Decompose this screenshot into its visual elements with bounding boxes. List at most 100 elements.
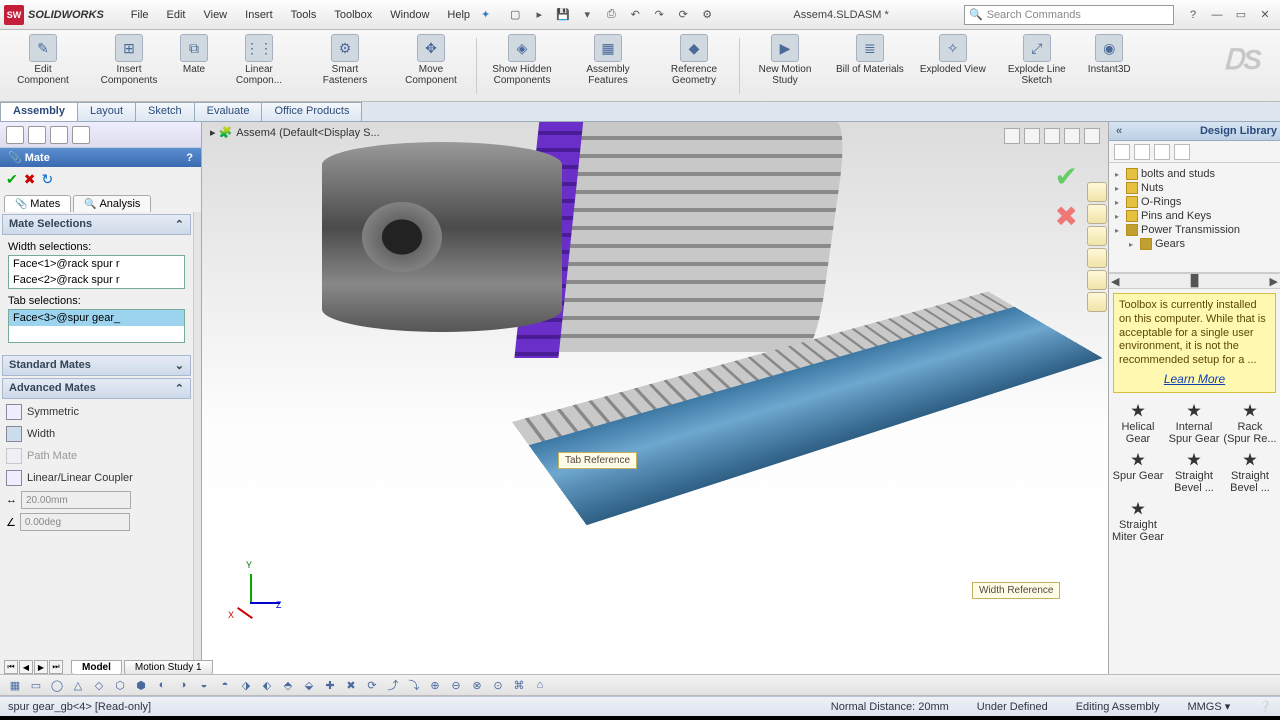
selection-filter-toolbar[interactable]: ▦▭◯△◇⬡⬢◐◑◒◓⬗⬖⬘⬙✚✖⟳⤴⤵⊕⊖⊗⊙⌘⌂ xyxy=(0,674,1280,696)
pm-help-icon[interactable]: ? xyxy=(186,152,193,164)
ribbon-insert-components[interactable]: ⊞Insert Components xyxy=(86,34,172,86)
ribbon-instant3d[interactable]: ◉Instant3D xyxy=(1080,34,1139,75)
subtab-mates[interactable]: 📎 Mates xyxy=(4,195,71,212)
viewport-window-controls[interactable] xyxy=(1004,128,1100,144)
graphics-viewport[interactable]: ▸ 🧩 Assem4 (Default<Display S... ✔ ✖ Tab… xyxy=(202,122,1108,674)
pm-ok-icon[interactable]: ✔ xyxy=(6,171,18,188)
tab-assembly[interactable]: Assembly xyxy=(0,102,78,121)
tp-file-explorer-icon xyxy=(1087,226,1107,246)
app-logo-icon: SW xyxy=(4,5,24,25)
search-commands-input[interactable]: 🔍 Search Commands xyxy=(964,5,1174,25)
title-bar: SW SOLIDWORKS File Edit View Insert Tool… xyxy=(0,0,1280,30)
collapse-icon[interactable]: ⌃ xyxy=(175,218,184,231)
tp-view-palette-icon xyxy=(1087,248,1107,268)
pm-title-bar: 📎 Mate ? xyxy=(0,148,201,167)
redo-icon[interactable]: ↷ xyxy=(648,5,670,25)
save-dropdown-icon[interactable]: ▾ xyxy=(576,5,598,25)
ribbon-exploded-view[interactable]: ✧Exploded View xyxy=(912,34,994,75)
confirm-feature-icon[interactable]: ✔ xyxy=(1055,160,1078,193)
maximize-icon[interactable]: ▭ xyxy=(1230,5,1252,25)
undo-icon[interactable]: ↶ xyxy=(624,5,646,25)
taskpane-collapse-icon[interactable]: « xyxy=(1116,125,1122,137)
ribbon-edit-component[interactable]: ✎Edit Component xyxy=(0,34,86,86)
gear-spur[interactable]: Spur Gear xyxy=(1111,450,1165,497)
gear-straight-miter[interactable]: Straight Miter Gear xyxy=(1111,499,1165,546)
ribbon-show-hidden[interactable]: ◈Show Hidden Components xyxy=(479,34,565,86)
rebuild-icon[interactable]: ⟳ xyxy=(672,5,694,25)
menu-toolbox[interactable]: Toolbox xyxy=(325,5,381,25)
tree-hscroll[interactable]: ◀▐▌▶ xyxy=(1109,273,1280,289)
tab-evaluate[interactable]: Evaluate xyxy=(194,102,263,121)
ribbon-assembly-features[interactable]: ▦Assembly Features xyxy=(565,34,651,86)
subtab-analysis[interactable]: 🔍 Analysis xyxy=(73,195,151,212)
taskpane-toolbar[interactable] xyxy=(1109,141,1280,163)
ribbon: ✎Edit Component ⊞Insert Components ⧉Mate… xyxy=(0,30,1280,102)
ribbon-reference-geometry[interactable]: ◆Reference Geometry xyxy=(651,34,737,86)
menu-view[interactable]: View xyxy=(194,5,236,25)
status-defined: Under Defined xyxy=(977,701,1048,713)
status-selection: spur gear_gb<4> [Read-only] xyxy=(8,701,803,713)
help-button-icon[interactable]: ? xyxy=(1182,5,1204,25)
status-distance: Normal Distance: 20mm xyxy=(831,701,949,713)
tab-sketch[interactable]: Sketch xyxy=(135,102,195,121)
distance-input[interactable]: ↔ xyxy=(0,489,193,511)
section-standard-mates[interactable]: Standard Mates⌄ xyxy=(2,355,191,376)
save-icon[interactable]: 💾 xyxy=(552,5,574,25)
ribbon-linear-pattern[interactable]: ⋮⋮Linear Compon... xyxy=(216,34,302,86)
learn-more-link[interactable]: Learn More xyxy=(1119,372,1270,387)
menu-edit[interactable]: Edit xyxy=(158,5,195,25)
tab-selections-list[interactable]: Face<3>@spur gear_ xyxy=(8,309,185,343)
gear-helical[interactable]: Helical Gear xyxy=(1111,401,1165,448)
status-help-icon[interactable]: ❔ xyxy=(1258,700,1272,713)
taskpane-tabs[interactable] xyxy=(1087,182,1108,312)
orientation-triad[interactable]: Y Z X xyxy=(230,568,276,614)
gear-rack[interactable]: Rack (Spur Re... xyxy=(1223,401,1277,448)
menu-help[interactable]: Help xyxy=(438,5,479,25)
pm-pushpin-icon[interactable]: ↻ xyxy=(41,171,53,188)
menu-insert[interactable]: Insert xyxy=(236,5,282,25)
pm-cancel-icon[interactable]: ✖ xyxy=(24,171,36,188)
print-icon[interactable]: ⎙ xyxy=(600,5,622,25)
callout-tab-reference: Tab Reference xyxy=(558,452,637,469)
status-units[interactable]: MMGS ▾ xyxy=(1187,700,1230,713)
menu-window[interactable]: Window xyxy=(381,5,438,25)
gear-straight-bevel-2[interactable]: Straight Bevel ... xyxy=(1223,450,1277,497)
feature-manager-tabs[interactable] xyxy=(0,122,201,148)
tab-model[interactable]: Model xyxy=(71,660,122,675)
mate-symmetric[interactable]: Symmetric xyxy=(0,401,193,423)
ribbon-smart-fasteners[interactable]: ⚙Smart Fasteners xyxy=(302,34,388,86)
tree-bolts: bolts and studs xyxy=(1115,167,1278,181)
ribbon-motion-study[interactable]: ▶New Motion Study xyxy=(742,34,828,86)
mate-linear-coupler[interactable]: Linear/Linear Coupler xyxy=(0,467,193,489)
section-advanced-mates[interactable]: Advanced Mates⌃ xyxy=(2,378,191,399)
ribbon-mate[interactable]: ⧉Mate xyxy=(172,34,216,75)
open-icon[interactable]: ▸ xyxy=(528,5,550,25)
pm-scrollbar[interactable] xyxy=(193,212,201,674)
cancel-feature-icon[interactable]: ✖ xyxy=(1055,200,1078,233)
help-icon[interactable]: ✦ xyxy=(481,8,490,21)
tab-office-products[interactable]: Office Products xyxy=(261,102,362,121)
options-icon[interactable]: ⚙ xyxy=(696,5,718,25)
library-tree[interactable]: bolts and studs Nuts O-Rings Pins and Ke… xyxy=(1109,163,1280,273)
width-selections-list[interactable]: Face<1>@rack spur r Face<2>@rack spur r xyxy=(8,255,185,289)
new-icon[interactable]: ▢ xyxy=(504,5,526,25)
gear-internal-spur[interactable]: Internal Spur Gear xyxy=(1167,401,1221,448)
menu-file[interactable]: File xyxy=(122,5,158,25)
menu-tools[interactable]: Tools xyxy=(282,5,326,25)
gear-straight-bevel-1[interactable]: Straight Bevel ... xyxy=(1167,450,1221,497)
tab-layout[interactable]: Layout xyxy=(77,102,136,121)
ribbon-bom[interactable]: ≣Bill of Materials xyxy=(828,34,912,75)
spur-gear-model[interactable] xyxy=(322,122,722,392)
tab-motion-study[interactable]: Motion Study 1 xyxy=(124,660,213,675)
section-mate-selections[interactable]: Mate Selections⌃ xyxy=(2,214,191,235)
close-icon[interactable]: ✕ xyxy=(1254,5,1276,25)
ribbon-move-component[interactable]: ✥Move Component xyxy=(388,34,474,86)
angle-input[interactable]: ∠ xyxy=(0,511,193,533)
ribbon-explode-sketch[interactable]: ⤢Explode Line Sketch xyxy=(994,34,1080,86)
property-manager: 📎 Mate ? ✔ ✖ ↻ 📎 Mates 🔍 Analysis Mate S… xyxy=(0,122,202,674)
tab-nav-arrows[interactable]: ⏮◀▶⏭ xyxy=(4,660,63,674)
mate-width[interactable]: Width xyxy=(0,423,193,445)
document-title: Assem4.SLDASM * xyxy=(718,9,964,21)
status-mode: Editing Assembly xyxy=(1076,701,1160,713)
minimize-icon[interactable]: — xyxy=(1206,5,1228,25)
